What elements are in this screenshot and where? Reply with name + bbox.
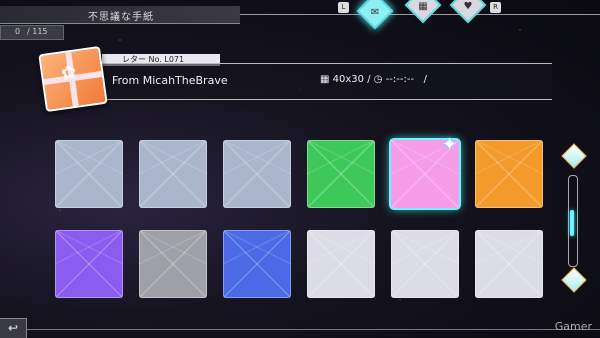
envelope-slot[interactable] (223, 140, 291, 208)
letter-size: 40x30 (332, 74, 365, 85)
envelope-slot[interactable] (55, 140, 123, 208)
envelope-slot[interactable] (223, 230, 291, 298)
pointer-cursor-icon: ✦ (442, 134, 458, 155)
letter-time: --:--:-- (385, 74, 415, 85)
grid-icon: ▦ (418, 1, 428, 12)
page-title: 不思議な手紙 (88, 12, 154, 23)
back-arrow-icon: ↩ (7, 321, 19, 335)
envelope-slot[interactable] (307, 140, 375, 208)
back-button[interactable]: ↩ (0, 318, 27, 338)
envelope-slot[interactable] (475, 230, 543, 298)
envelope-slot[interactable] (139, 140, 207, 208)
envelope-grid (55, 140, 547, 300)
title-bar: 不思議な手紙 (0, 6, 240, 24)
letter-slash: / (423, 74, 427, 85)
counter-current: 0 (15, 27, 21, 36)
footer-divider (26, 329, 600, 330)
heart-icon: ♥ (463, 1, 473, 12)
letter-counter: 0 / 115 (0, 25, 64, 40)
letter-info-bar: From MicahTheBrave ▦ 40x30 / ◷ --:--:-- … (96, 63, 552, 100)
envelope-slot[interactable] (475, 140, 543, 208)
counter-total: / 115 (27, 27, 48, 36)
letter-meta: ▦ 40x30 / ◷ --:--:-- / (320, 74, 427, 85)
envelope-slot[interactable] (139, 230, 207, 298)
letter-icon: ✉ (370, 7, 380, 18)
watermark: Gamer (554, 320, 592, 333)
tab-right-key[interactable]: R (490, 2, 501, 13)
envelope-slot[interactable] (391, 230, 459, 298)
grid-size-icon: ▦ (320, 74, 330, 85)
clock-icon: ◷ (373, 74, 383, 85)
envelope-slot[interactable] (307, 230, 375, 298)
letter-sender: From MicahTheBrave (112, 74, 228, 87)
gift-icon: ✿ (38, 45, 108, 113)
tab-left-key[interactable]: L (338, 2, 349, 13)
envelope-slot[interactable] (55, 230, 123, 298)
scrollbar-thumb[interactable] (570, 210, 574, 236)
